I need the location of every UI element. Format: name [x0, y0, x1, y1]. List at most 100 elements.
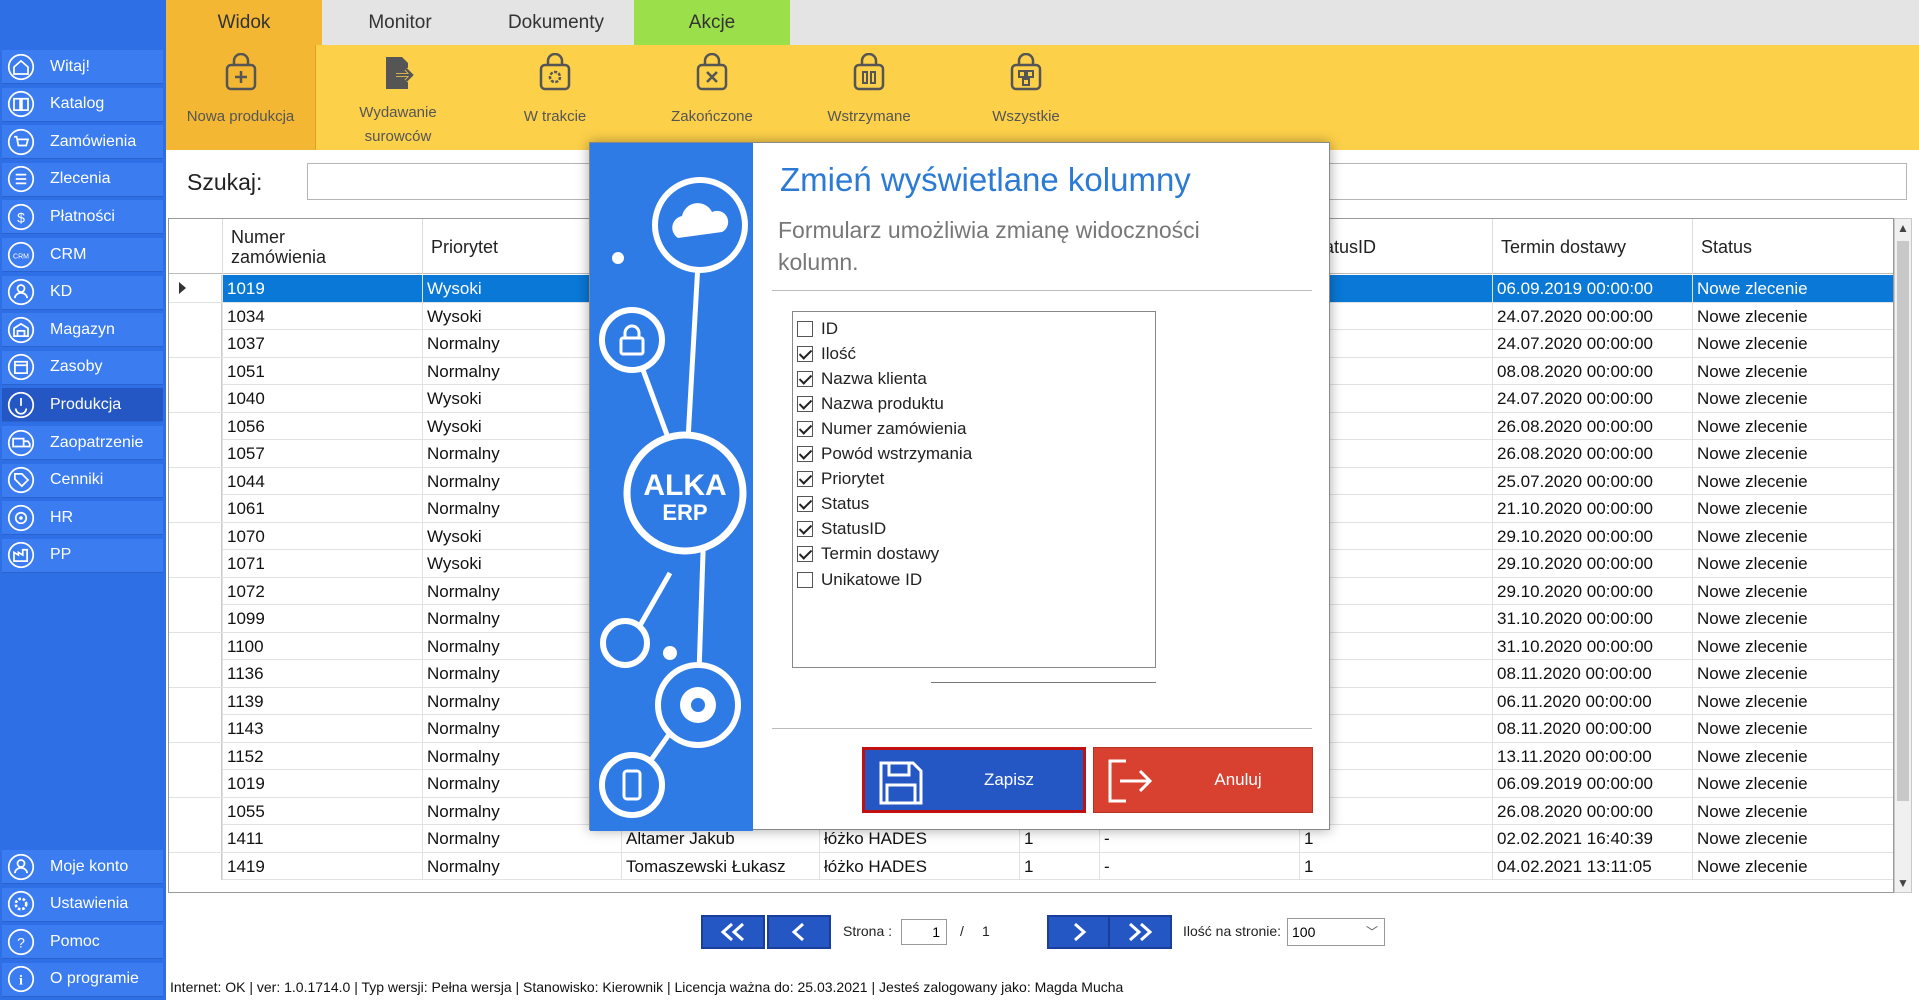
row-header[interactable] — [169, 632, 222, 660]
scroll-up-icon[interactable]: ▲ — [1897, 221, 1909, 235]
row-header[interactable] — [169, 275, 222, 302]
sidebar-item-produkcja[interactable]: Produkcja — [2, 388, 163, 423]
row-header[interactable] — [169, 467, 222, 495]
first-page-button[interactable] — [701, 915, 765, 949]
sidebar-item-o-programie[interactable]: i O programie — [2, 962, 163, 997]
checkbox[interactable] — [797, 521, 813, 538]
checkbox[interactable] — [797, 571, 813, 588]
column-checkbox-row[interactable]: StatusID — [797, 517, 886, 542]
column-checkbox-row[interactable]: Unikatowe ID — [797, 567, 922, 592]
header-priorytet[interactable]: Priorytet — [422, 219, 587, 274]
row-header[interactable] — [169, 550, 222, 577]
cell-priorytet: Wysoki — [422, 275, 587, 302]
next-page-button[interactable] — [1047, 915, 1111, 949]
save-button[interactable]: Zapisz — [862, 747, 1086, 813]
sidebar-item-label: PP — [50, 546, 72, 564]
cell-status: Nowe zlecenie — [1692, 302, 1893, 330]
vertical-scrollbar[interactable]: ▲ ▼ — [1894, 218, 1912, 893]
row-header[interactable] — [169, 687, 222, 715]
checkbox[interactable] — [797, 420, 813, 437]
checkbox[interactable] — [797, 546, 813, 563]
sidebar-item-magazyn[interactable]: Magazyn — [2, 313, 163, 348]
new-production-button[interactable]: Nowa produkcja — [166, 45, 316, 150]
sidebar-item-witaj-[interactable]: Witaj! — [2, 50, 163, 84]
checkbox[interactable] — [797, 345, 813, 362]
column-checkbox-row[interactable]: Termin dostawy — [797, 542, 939, 567]
scroll-down-icon[interactable]: ▼ — [1897, 876, 1909, 890]
last-page-button[interactable] — [1108, 915, 1172, 949]
sidebar-item-crm[interactable]: CRM CRM — [2, 238, 163, 272]
completed-button[interactable]: Zakończone — [637, 45, 787, 150]
paused-button[interactable]: Wstrzymane — [794, 45, 944, 150]
cell-termin: 29.10.2020 00:00:00 — [1492, 522, 1692, 550]
row-header[interactable] — [169, 797, 222, 825]
row-header[interactable] — [169, 522, 222, 550]
row-header[interactable] — [169, 742, 222, 770]
tab-dokumenty[interactable]: Dokumenty — [478, 0, 634, 45]
all-button[interactable]: Wszystkie — [951, 45, 1101, 150]
table-row[interactable]: 1419 Normalny Tomaszewski Łukasz łóżko HADE… — [169, 852, 1893, 880]
cell-termin: 06.09.2019 00:00:00 — [1492, 770, 1692, 797]
column-checkbox-row[interactable]: Powód wstrzymania — [797, 442, 972, 467]
header-numer[interactable]: Numer zamówienia — [222, 219, 422, 274]
sidebar-item-cenniki[interactable]: Cenniki — [2, 463, 163, 498]
column-checkbox-row[interactable]: Priorytet — [797, 467, 884, 492]
row-header[interactable] — [169, 715, 222, 742]
sidebar-item-kd[interactable]: KD — [2, 275, 163, 310]
factory-icon — [6, 540, 36, 570]
tab-monitor[interactable]: Monitor — [322, 0, 478, 45]
row-header[interactable] — [169, 825, 222, 852]
per-page-select[interactable]: 100 ﹀ — [1287, 918, 1385, 946]
row-header[interactable] — [169, 357, 222, 385]
page-input[interactable]: 1 — [901, 919, 947, 945]
column-checkbox-row[interactable]: Nazwa klienta — [797, 366, 927, 391]
header-status[interactable]: Status — [1692, 219, 1893, 274]
material-issue-button[interactable]: Wydawanie surowców — [323, 45, 473, 150]
checkbox[interactable] — [797, 496, 813, 513]
column-checkbox-row[interactable]: ID — [797, 316, 838, 341]
sidebar-item-hr[interactable]: HR — [2, 501, 163, 536]
checkbox[interactable] — [797, 446, 813, 462]
row-header[interactable] — [169, 412, 222, 440]
row-header[interactable] — [169, 495, 222, 522]
row-header[interactable] — [169, 577, 222, 605]
sidebar-item-płatności[interactable]: $ Płatności — [2, 200, 163, 235]
tab-widok[interactable]: Widok — [166, 0, 322, 45]
row-header[interactable] — [169, 385, 222, 412]
sidebar-item-zamówienia[interactable]: Zamówienia — [2, 125, 163, 160]
header-statusid[interactable]: atusID — [1321, 219, 1516, 274]
cell-statusid: 1 — [1299, 852, 1492, 880]
sidebar-item-label: CRM — [50, 245, 87, 263]
column-checkbox-row[interactable]: Status — [797, 492, 869, 517]
sidebar-item-zaopatrzenie[interactable]: Zaopatrzenie — [2, 426, 163, 460]
checkbox[interactable] — [797, 395, 813, 412]
row-header[interactable] — [169, 302, 222, 330]
row-header[interactable] — [169, 660, 222, 687]
sidebar-item-katalog[interactable]: Katalog — [2, 87, 163, 122]
checkbox[interactable] — [797, 370, 813, 387]
scroll-thumb[interactable] — [1897, 241, 1909, 801]
sidebar-item-pp[interactable]: PP — [2, 538, 163, 573]
row-header[interactable] — [169, 852, 222, 880]
tab-akcje[interactable]: Akcje — [634, 0, 790, 45]
row-header[interactable] — [169, 770, 222, 797]
row-header[interactable] — [169, 330, 222, 357]
prev-page-button[interactable] — [767, 915, 831, 949]
sidebar-item-zasoby[interactable]: Zasoby — [2, 350, 163, 385]
checkbox[interactable] — [797, 320, 813, 337]
sidebar-item-label: KD — [50, 283, 73, 301]
alka-erp-logo: ALKA ERP — [599, 177, 748, 818]
cancel-button[interactable]: Anuluj — [1093, 747, 1313, 813]
column-checkbox-row[interactable]: Numer zamówienia — [797, 416, 967, 441]
row-header[interactable] — [169, 440, 222, 467]
row-header[interactable] — [169, 605, 222, 632]
tab-label: Widok — [217, 11, 271, 33]
column-checkbox-row[interactable]: Nazwa produktu — [797, 391, 944, 416]
sidebar-item-zlecenia[interactable]: Zlecenia — [2, 162, 163, 197]
column-checkbox-row[interactable]: Ilość — [797, 341, 856, 366]
in-progress-button[interactable]: W trakcie — [480, 45, 630, 150]
checkbox[interactable] — [797, 471, 813, 488]
sidebar-item-moje-konto[interactable]: Moje konto — [2, 850, 163, 884]
cell-priorytet: Wysoki — [422, 522, 587, 550]
header-termin[interactable]: Termin dostawy — [1492, 219, 1692, 274]
